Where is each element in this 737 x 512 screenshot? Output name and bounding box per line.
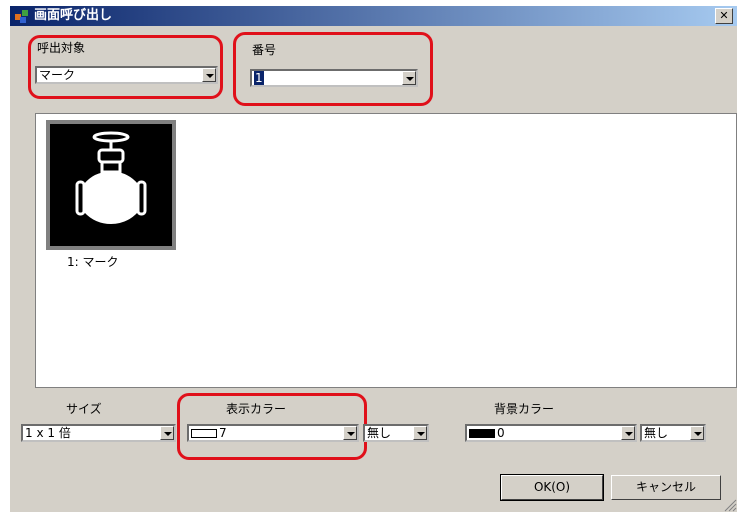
display-color-swatch: [191, 429, 217, 438]
display-blink-select[interactable]: 無し: [363, 424, 429, 442]
highlight-number: [233, 32, 433, 106]
bg-color-value: 0: [497, 426, 505, 440]
display-color-label: 表示カラー: [226, 402, 287, 416]
bg-blink-value: 無し: [644, 426, 669, 440]
dialog-title: 画面呼び出し: [34, 8, 113, 23]
bg-color-label: 背景カラー: [494, 402, 555, 416]
bg-color-swatch: [469, 429, 495, 438]
app-icon: [15, 10, 28, 23]
screen-call-dialog: 画面呼び出し ✕ 呼出対象 マーク 番号 1 1: マーク サイズ 1 x 1 …: [9, 5, 737, 512]
display-color-value: 7: [219, 426, 227, 440]
close-button[interactable]: ✕: [715, 8, 733, 24]
title-bar[interactable]: 画面呼び出し ✕: [10, 6, 737, 26]
size-label: サイズ: [66, 402, 102, 416]
chevron-down-icon[interactable]: [621, 426, 635, 440]
size-select[interactable]: 1 x 1 倍: [21, 424, 176, 442]
ok-button[interactable]: OK(O): [500, 474, 604, 501]
display-blink-value: 無し: [367, 426, 392, 440]
bg-blink-select[interactable]: 無し: [640, 424, 706, 442]
resize-grip-icon[interactable]: [723, 498, 737, 512]
chevron-down-icon[interactable]: [160, 426, 174, 440]
cancel-button[interactable]: キャンセル: [611, 475, 721, 500]
chevron-down-icon[interactable]: [413, 426, 427, 440]
chevron-down-icon[interactable]: [343, 426, 357, 440]
preview-panel: 1: マーク: [35, 113, 737, 388]
highlight-call-target: [28, 35, 223, 99]
preview-item-caption: 1: マーク: [67, 255, 119, 269]
size-value: 1 x 1 倍: [25, 426, 71, 440]
display-color-select[interactable]: 7: [187, 424, 359, 442]
preview-item[interactable]: [46, 120, 176, 250]
chevron-down-icon[interactable]: [690, 426, 704, 440]
valve-icon: [50, 124, 172, 246]
bg-color-select[interactable]: 0: [465, 424, 637, 442]
